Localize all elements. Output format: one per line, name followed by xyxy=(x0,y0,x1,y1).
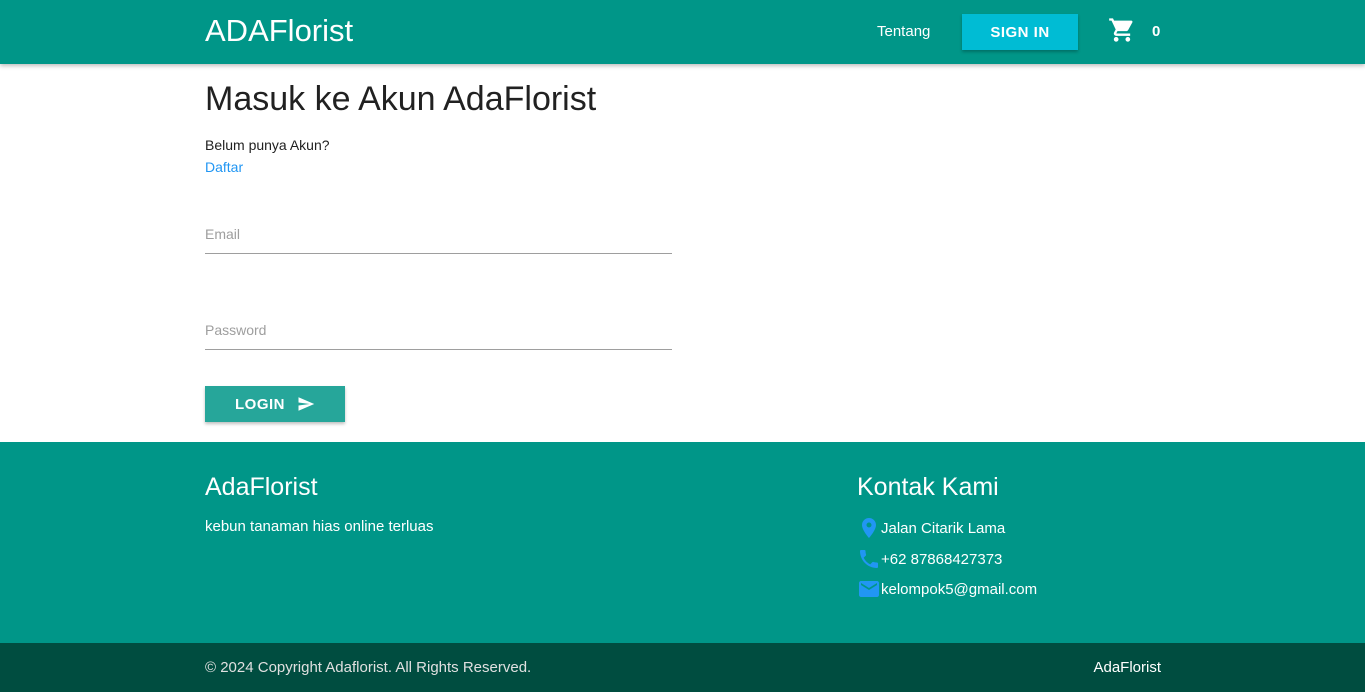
contact-phone: +62 87868427373 xyxy=(857,547,1157,571)
footer-tagline: kebun tanaman hias online terluas xyxy=(205,518,434,535)
email-text: kelompok5@gmail.com xyxy=(881,581,1038,598)
sign-in-button[interactable]: SIGN IN xyxy=(962,14,1078,50)
navbar: ADAFlorist Tentang SIGN IN 0 xyxy=(0,0,1365,64)
copyright-text: © 2024 Copyright Adaflorist. All Rights … xyxy=(205,659,532,676)
nav-link-tentang[interactable]: Tentang xyxy=(877,23,930,40)
email-field[interactable] xyxy=(205,214,672,254)
brand-logo[interactable]: ADAFlorist xyxy=(205,13,353,49)
phone-text: +62 87868427373 xyxy=(881,551,1003,568)
password-field[interactable] xyxy=(205,310,672,350)
phone-icon xyxy=(860,550,878,568)
login-button-label: LOGIN xyxy=(235,396,285,413)
contact-address: Jalan Citarik Lama xyxy=(857,516,1157,540)
footer-brand-title: AdaFlorist xyxy=(205,473,318,501)
location-pin-icon xyxy=(862,518,876,538)
footer-copyright-bar: © 2024 Copyright Adaflorist. All Rights … xyxy=(0,643,1365,692)
footer-brand-link[interactable]: AdaFlorist xyxy=(1093,659,1161,676)
footer: AdaFlorist kebun tanaman hias online ter… xyxy=(0,442,1365,643)
contact-email: kelompok5@gmail.com xyxy=(857,577,1157,601)
address-text: Jalan Citarik Lama xyxy=(881,520,1006,537)
shopping-cart-icon[interactable] xyxy=(1107,16,1137,44)
no-account-text: Belum punya Akun? xyxy=(205,137,330,153)
page-title: Masuk ke Akun AdaFlorist xyxy=(205,80,597,118)
login-button[interactable]: LOGIN xyxy=(205,386,345,422)
mail-icon xyxy=(859,581,879,597)
cart-count-badge: 0 xyxy=(1152,23,1161,40)
contact-title: Kontak Kami xyxy=(857,473,999,501)
register-link[interactable]: Daftar xyxy=(205,159,243,175)
send-icon xyxy=(298,397,315,411)
